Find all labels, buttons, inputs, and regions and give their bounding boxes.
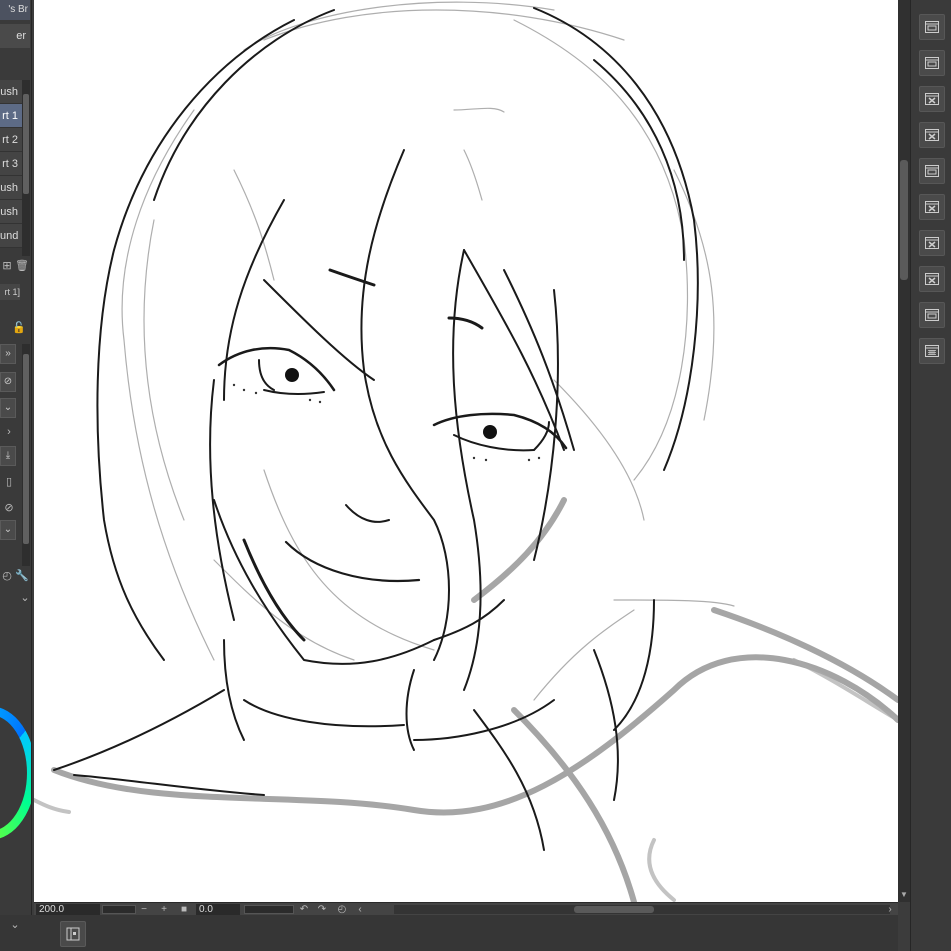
canvas-vertical-scrollbar[interactable]: ▼ bbox=[898, 0, 910, 902]
zoom-value[interactable]: 200.0 bbox=[36, 904, 100, 915]
subtool-item[interactable]: ush bbox=[0, 200, 22, 224]
grid-window-button[interactable] bbox=[919, 338, 945, 364]
layer-window-icon bbox=[925, 309, 939, 321]
disable-icon[interactable]: ⊘ bbox=[2, 500, 16, 516]
subtool-scroll-thumb[interactable] bbox=[23, 94, 29, 194]
canvas-horizontal-scroll-thumb[interactable] bbox=[574, 906, 654, 913]
sketch-artwork bbox=[34, 1, 898, 902]
color-wheel[interactable] bbox=[0, 706, 31, 840]
subtool-item[interactable]: und bbox=[0, 224, 22, 248]
layer-window-icon bbox=[925, 21, 939, 33]
subtool-item[interactable]: ush bbox=[0, 80, 22, 104]
zoom-slider[interactable] bbox=[102, 905, 136, 914]
grid-window-icon bbox=[925, 345, 939, 357]
subtool-item[interactable]: rt 2 bbox=[0, 128, 22, 152]
right-panel-bar bbox=[910, 0, 951, 951]
add-subtool-icon[interactable]: ⊞ bbox=[0, 258, 14, 274]
disable-icon[interactable]: ⊘ bbox=[0, 372, 16, 392]
app-window: 's Br er ush rt 1 rt 2 rt 3 ush ush und … bbox=[0, 0, 951, 951]
navigator-button[interactable] bbox=[60, 921, 86, 947]
delete-subtool-icon[interactable]: 🗑 bbox=[15, 258, 29, 274]
rotation-slider[interactable] bbox=[244, 905, 294, 914]
subtool-group-label[interactable]: er bbox=[0, 24, 30, 48]
scroll-down-icon[interactable]: ▼ bbox=[898, 890, 910, 900]
layer-window-button[interactable] bbox=[919, 14, 945, 40]
navigator-icon bbox=[66, 927, 80, 941]
subtool-list: ush rt 1 rt 2 rt 3 ush ush und bbox=[0, 80, 22, 248]
close-window-icon bbox=[925, 273, 939, 285]
close-window-button[interactable] bbox=[919, 194, 945, 220]
drawing-canvas[interactable] bbox=[34, 0, 898, 902]
lock-icon[interactable]: 🔓 bbox=[12, 320, 26, 336]
property-scrollbar[interactable] bbox=[22, 344, 30, 566]
close-window-button[interactable] bbox=[919, 230, 945, 256]
layer-window-icon bbox=[925, 57, 939, 69]
canvas-status-bar: 200.0 − + ■ 0.0 ↶ ↷ ◴ ‹ › bbox=[34, 902, 898, 915]
reset-icon[interactable]: ◴ bbox=[0, 568, 14, 584]
close-window-button[interactable] bbox=[919, 266, 945, 292]
subtool-item-active[interactable]: rt 1 bbox=[0, 104, 22, 128]
bottom-bar bbox=[34, 915, 898, 951]
chevron-down-icon[interactable]: ⌄ bbox=[0, 520, 16, 540]
brush-tab-title[interactable]: 's Br bbox=[0, 0, 30, 20]
trash-icon[interactable]: ▯ bbox=[2, 474, 16, 490]
subtool-item[interactable]: ush bbox=[0, 176, 22, 200]
close-window-button[interactable] bbox=[919, 122, 945, 148]
close-window-icon bbox=[925, 201, 939, 213]
close-window-icon bbox=[925, 93, 939, 105]
bottom-left-area: ⌄ bbox=[0, 915, 34, 951]
close-window-icon bbox=[925, 237, 939, 249]
layer-window-button[interactable] bbox=[919, 302, 945, 328]
chevron-down-icon[interactable]: ⌄ bbox=[0, 398, 16, 418]
close-window-button[interactable] bbox=[919, 86, 945, 112]
rotation-value[interactable]: 0.0 bbox=[196, 904, 240, 915]
collapse-icon[interactable]: ⌄ bbox=[8, 917, 22, 933]
canvas-horizontal-scrollbar[interactable] bbox=[394, 905, 890, 914]
tool-property-title: rt 1] bbox=[0, 284, 20, 300]
subtool-scrollbar[interactable] bbox=[22, 80, 30, 256]
download-icon[interactable]: ⤓ bbox=[0, 446, 16, 466]
layer-window-icon bbox=[925, 165, 939, 177]
subtool-item[interactable]: rt 3 bbox=[0, 152, 22, 176]
wrench-icon[interactable]: 🔧 bbox=[15, 568, 29, 584]
chevron-down-icon[interactable]: ⌄ bbox=[18, 590, 31, 606]
expand-icon[interactable]: » bbox=[0, 344, 16, 364]
chevron-right-icon[interactable]: › bbox=[2, 424, 16, 440]
layer-window-button[interactable] bbox=[919, 50, 945, 76]
canvas-vertical-scroll-thumb[interactable] bbox=[900, 160, 908, 280]
property-scroll-thumb[interactable] bbox=[23, 354, 29, 544]
close-window-icon bbox=[925, 129, 939, 141]
layer-window-button[interactable] bbox=[919, 158, 945, 184]
left-panel: 's Br er ush rt 1 rt 2 rt 3 ush ush und … bbox=[0, 0, 32, 951]
